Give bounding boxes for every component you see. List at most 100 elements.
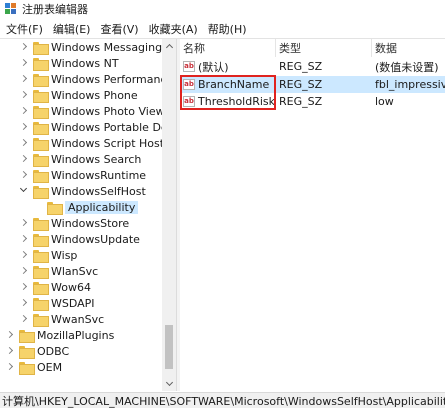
tree-item[interactable]: WindowsSelfHost <box>20 183 176 199</box>
tree-item-label: Wisp <box>51 248 78 262</box>
title-bar: 注册表编辑器 <box>0 0 445 18</box>
tree-item[interactable]: Windows Search <box>20 151 176 167</box>
chevron-right-icon[interactable] <box>6 327 14 343</box>
folder-icon <box>33 41 49 55</box>
tree-item-label: WindowsStore <box>51 216 130 230</box>
tree-item-label: Windows NT <box>51 56 119 70</box>
tree-item-label: WindowsRuntime <box>51 168 147 182</box>
folder-icon <box>19 329 35 343</box>
tree-item-label: Applicability <box>65 200 139 214</box>
key-tree[interactable]: Windows Messaging Su Windows NT Windows … <box>0 39 176 391</box>
scroll-thumb[interactable] <box>165 325 173 369</box>
tree-item[interactable]: WindowsUpdate <box>20 231 176 247</box>
tree-item[interactable]: WwanSvc <box>20 311 176 327</box>
column-header-data[interactable]: 数据 <box>372 39 445 57</box>
chevron-right-icon[interactable] <box>20 87 28 103</box>
tree-item-label: Windows Performance T <box>51 72 176 86</box>
chevron-right-icon[interactable] <box>20 215 28 231</box>
tree-item[interactable]: WindowsStore <box>20 215 176 231</box>
folder-icon <box>33 73 49 87</box>
tree-item-label: Windows Photo Viewer <box>51 104 176 118</box>
chevron-right-icon[interactable] <box>20 71 28 87</box>
tree-item[interactable]: Windows Performance T <box>20 71 176 87</box>
tree-item[interactable]: Windows Script Host <box>20 135 176 151</box>
value-data: fbl_impressive <box>375 78 445 91</box>
tree-item[interactable]: Windows Phone <box>20 87 176 103</box>
status-bar-path: 计算机\HKEY_LOCAL_MACHINE\SOFTWARE\Microsof… <box>0 392 445 408</box>
folder-icon <box>33 153 49 167</box>
chevron-right-icon[interactable] <box>20 279 28 295</box>
scroll-down-arrow-icon[interactable] <box>162 377 176 391</box>
menu-edit[interactable]: 编辑(E) <box>49 21 95 37</box>
folder-icon <box>33 169 49 183</box>
folder-icon <box>33 249 49 263</box>
value-type: REG_SZ <box>279 60 323 73</box>
chevron-right-icon[interactable] <box>20 103 28 119</box>
folder-icon <box>33 89 49 103</box>
tree-item[interactable]: Windows Portable Devi <box>20 119 176 135</box>
chevron-right-icon[interactable] <box>20 311 28 327</box>
tree-item[interactable]: OEM <box>6 359 176 375</box>
chevron-right-icon[interactable] <box>20 231 28 247</box>
tree-item-label: WindowsSelfHost <box>51 184 146 198</box>
chevron-right-icon[interactable] <box>20 119 28 135</box>
value-row-default[interactable]: ab (默认) REG_SZ (数值未设置) <box>180 58 445 75</box>
chevron-right-icon[interactable] <box>20 263 28 279</box>
value-type: REG_SZ <box>279 95 323 108</box>
tree-item-label: WlanSvc <box>51 264 99 278</box>
folder-icon <box>33 57 49 71</box>
menu-view[interactable]: 查看(V) <box>96 21 142 37</box>
tree-item[interactable]: WlanSvc <box>20 263 176 279</box>
chevron-right-icon[interactable] <box>6 359 14 375</box>
chevron-right-icon[interactable] <box>20 151 28 167</box>
folder-icon <box>33 105 49 119</box>
chevron-right-icon[interactable] <box>6 343 14 359</box>
tree-item-label: Windows Phone <box>51 88 138 102</box>
tree-item-label: WSDAPI <box>51 296 95 310</box>
folder-icon <box>19 345 35 359</box>
chevron-right-icon[interactable] <box>20 167 28 183</box>
folder-icon <box>33 233 49 247</box>
chevron-right-icon[interactable] <box>20 135 28 151</box>
window-title: 注册表编辑器 <box>22 3 88 16</box>
tree-scrollbar[interactable] <box>162 39 176 391</box>
tree-item[interactable]: ODBC <box>6 343 176 359</box>
chevron-right-icon[interactable] <box>20 55 28 71</box>
tree-item-label: OEM <box>37 360 63 374</box>
tree-item[interactable]: Windows NT <box>20 55 176 71</box>
tree-item-selected[interactable]: Applicability <box>34 199 176 215</box>
value-name: (默认) <box>198 60 229 74</box>
tree-item[interactable]: Windows Photo Viewer <box>20 103 176 119</box>
tree-item[interactable]: WindowsRuntime <box>20 167 176 183</box>
folder-icon <box>33 265 49 279</box>
value-data: low <box>375 95 394 108</box>
value-type: REG_SZ <box>279 78 323 91</box>
tree-item-label: Windows Portable Devi <box>51 120 176 134</box>
chevron-right-icon[interactable] <box>20 39 28 55</box>
tree-item[interactable]: MozillaPlugins <box>6 327 176 343</box>
chevron-right-icon[interactable] <box>20 247 28 263</box>
chevron-right-icon[interactable] <box>20 295 28 311</box>
tree-item[interactable]: Wisp <box>20 247 176 263</box>
folder-icon <box>33 121 49 135</box>
annotation-highlight-box <box>180 75 276 110</box>
menu-favorites[interactable]: 收藏夹(A) <box>145 21 202 37</box>
menu-help[interactable]: 帮助(H) <box>204 21 251 37</box>
tree-item-label: ODBC <box>37 344 70 358</box>
column-header-name[interactable]: 名称 <box>180 39 276 57</box>
tree-item-label: Wow64 <box>51 280 91 294</box>
folder-icon <box>33 297 49 311</box>
value-name-cell: ab (默认) <box>183 58 275 75</box>
tree-item-label: Windows Messaging Su <box>51 40 176 54</box>
scroll-up-arrow-icon[interactable] <box>162 39 176 53</box>
chevron-down-icon[interactable] <box>20 183 28 199</box>
tree-item[interactable]: WSDAPI <box>20 295 176 311</box>
tree-item-label: Windows Search <box>51 152 142 166</box>
folder-icon <box>33 281 49 295</box>
string-value-icon: ab <box>183 61 195 72</box>
menu-file[interactable]: 文件(F) <box>2 21 47 37</box>
tree-item[interactable]: Wow64 <box>20 279 176 295</box>
tree-item[interactable]: Windows Messaging Su <box>20 39 176 55</box>
column-header-type[interactable]: 类型 <box>276 39 372 57</box>
tree-item-label: MozillaPlugins <box>37 328 115 342</box>
